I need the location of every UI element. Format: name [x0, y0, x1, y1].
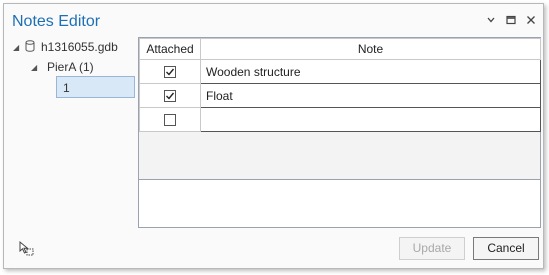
note-cell[interactable]: Float — [200, 83, 541, 108]
expanded-triangle-icon[interactable]: ◢ — [13, 43, 23, 52]
feature-tree: ◢ h1316055.gdb ◢ PierA (1) — [4, 35, 138, 235]
note-cell[interactable] — [200, 107, 541, 132]
attached-checkbox[interactable] — [164, 114, 176, 127]
database-icon — [25, 39, 35, 55]
column-header-attached[interactable]: Attached — [139, 38, 201, 60]
expanded-triangle-icon[interactable]: ◢ — [31, 63, 41, 72]
window-controls — [485, 14, 537, 26]
tree-item-gdb[interactable]: ◢ h1316055.gdb — [13, 38, 118, 56]
attached-cell — [139, 83, 201, 108]
chevron-down-icon[interactable] — [485, 14, 497, 26]
tree-item-label: h1316055.gdb — [41, 40, 118, 54]
tree-item-feature[interactable]: 1 — [56, 76, 135, 98]
tree-item-layer[interactable]: ◢ PierA (1) — [31, 58, 94, 76]
tree-item-label: 1 — [63, 81, 70, 95]
attached-cell — [139, 59, 201, 84]
attached-cell — [139, 107, 201, 132]
update-button[interactable]: Update — [399, 237, 465, 260]
select-cursor-icon[interactable] — [18, 240, 34, 261]
tree-item-label: PierA (1) — [47, 60, 94, 74]
close-icon[interactable] — [525, 14, 537, 26]
notes-table: Attached Note Wooden structure Float — [138, 37, 541, 180]
maximize-icon[interactable] — [505, 14, 517, 26]
column-header-note[interactable]: Note — [200, 38, 541, 60]
notes-editor-window: Notes Editor ◢ h1316055.gdb ◢ PierA (1) … — [3, 3, 544, 269]
table-row: Float — [139, 83, 541, 108]
window-title: Notes Editor — [12, 13, 101, 30]
attached-checkbox[interactable] — [164, 90, 176, 103]
details-area — [138, 180, 541, 228]
table-row: Wooden structure — [139, 59, 541, 84]
note-cell[interactable]: Wooden structure — [200, 59, 541, 84]
attached-checkbox[interactable] — [164, 66, 176, 79]
table-row — [139, 107, 541, 132]
cancel-button[interactable]: Cancel — [473, 237, 539, 260]
